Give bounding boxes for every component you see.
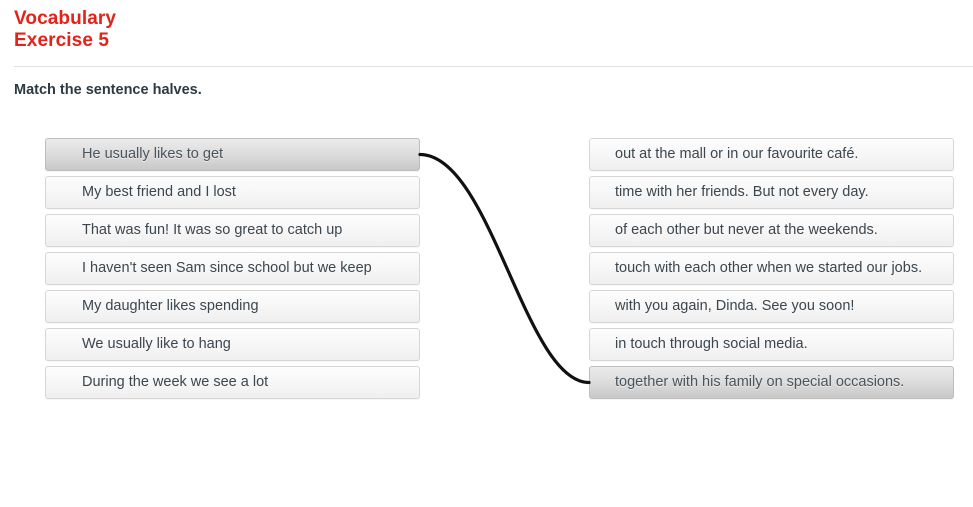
right-item[interactable]: out at the mall or in our favourite café…: [589, 138, 954, 171]
right-item[interactable]: in touch through social media.: [589, 328, 954, 361]
exercise-page: Vocabulary Exercise 5 Match the sentence…: [0, 0, 973, 507]
right-item[interactable]: together with his family on special occa…: [589, 366, 954, 399]
left-item[interactable]: He usually likes to get: [45, 138, 420, 171]
header-divider: [14, 66, 973, 67]
page-header: Vocabulary Exercise 5: [14, 8, 959, 52]
matching-board: He usually likes to get My best friend an…: [0, 138, 973, 438]
left-item[interactable]: My best friend and I lost: [45, 176, 420, 209]
page-title-line-1: Vocabulary: [14, 8, 117, 29]
left-item-label: I haven't seen Sam since school but we k…: [82, 260, 372, 276]
right-column: out at the mall or in our favourite café…: [589, 138, 954, 404]
right-item[interactable]: time with her friends. But not every day…: [589, 176, 954, 209]
left-item[interactable]: That was fun! It was so great to catch u…: [45, 214, 420, 247]
left-item[interactable]: My daughter likes spending: [45, 290, 420, 323]
left-item-label: During the week we see a lot: [82, 374, 269, 390]
left-item[interactable]: I haven't seen Sam since school but we k…: [45, 252, 420, 285]
instruction-text: Match the sentence halves.: [14, 82, 202, 98]
left-item[interactable]: We usually like to hang: [45, 328, 420, 361]
left-column: He usually likes to get My best friend an…: [45, 138, 420, 404]
left-item-label: That was fun! It was so great to catch u…: [82, 222, 343, 238]
right-item-label: of each other but never at the weekends.: [615, 222, 878, 238]
page-title-line-2: Exercise 5: [14, 30, 110, 51]
right-item[interactable]: with you again, Dinda. See you soon!: [589, 290, 954, 323]
right-item-label: out at the mall or in our favourite café…: [615, 146, 859, 162]
right-item-label: in touch through social media.: [615, 336, 808, 352]
right-item-label: with you again, Dinda. See you soon!: [615, 298, 855, 314]
right-item[interactable]: of each other but never at the weekends.: [589, 214, 954, 247]
right-item[interactable]: touch with each other when we started ou…: [589, 252, 954, 285]
right-item-label: touch with each other when we started ou…: [615, 260, 923, 276]
left-item-label: My best friend and I lost: [82, 184, 236, 200]
right-item-label: together with his family on special occa…: [615, 374, 905, 390]
left-item-label: We usually like to hang: [82, 336, 231, 352]
left-item-label: He usually likes to get: [82, 146, 224, 162]
right-item-label: time with her friends. But not every day…: [615, 184, 869, 200]
left-item[interactable]: During the week we see a lot: [45, 366, 420, 399]
left-item-label: My daughter likes spending: [82, 298, 259, 314]
